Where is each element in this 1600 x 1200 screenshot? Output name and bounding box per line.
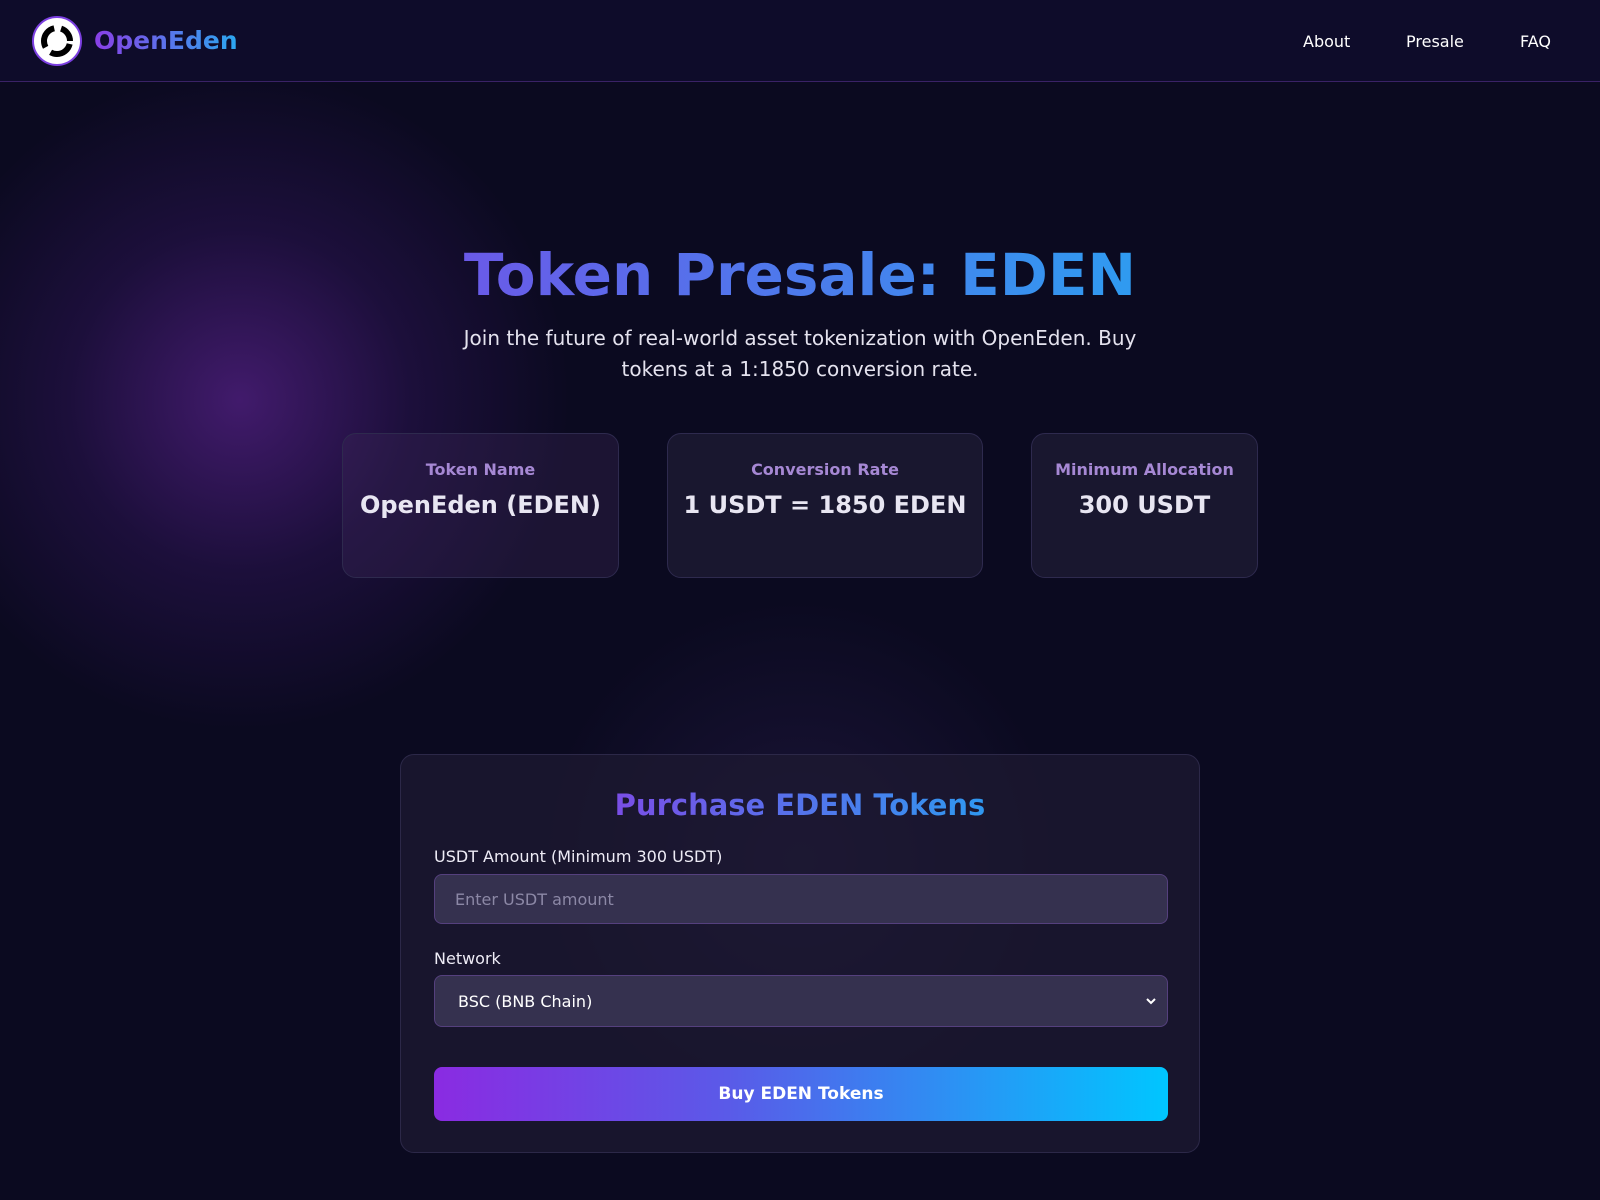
usdt-amount-input[interactable] xyxy=(434,874,1168,924)
card-value: OpenEden (EDEN) xyxy=(360,491,601,519)
nav-presale-link[interactable]: Presale xyxy=(1406,32,1464,52)
card-label: Minimum Allocation xyxy=(1055,460,1234,479)
top-navbar: OpenEden About Presale FAQ xyxy=(0,0,1600,82)
minimum-allocation-card: Minimum Allocation 300 USDT xyxy=(1031,433,1258,578)
buy-tokens-button[interactable]: Buy EDEN Tokens xyxy=(434,1067,1168,1121)
logo-glyph xyxy=(41,25,73,57)
nav-about-link[interactable]: About xyxy=(1303,32,1350,52)
card-label: Conversion Rate xyxy=(751,460,899,479)
purchase-title: Purchase EDEN Tokens xyxy=(401,787,1199,823)
hero-subtitle: Join the future of real-world asset toke… xyxy=(463,326,1137,381)
openeden-logo-icon[interactable] xyxy=(32,16,82,66)
hero-title-text: Token Presale: EDEN xyxy=(463,241,1137,309)
purchase-title-text: Purchase EDEN Tokens xyxy=(614,788,986,822)
token-name-card: Token Name OpenEden (EDEN) xyxy=(342,433,619,578)
purchase-panel: Purchase EDEN Tokens USDT Amount (Minimu… xyxy=(400,754,1200,1153)
usdt-amount-label: USDT Amount (Minimum 300 USDT) xyxy=(434,847,723,866)
chevron-down-icon xyxy=(1146,998,1156,1005)
card-value: 300 USDT xyxy=(1078,491,1211,519)
card-value: 1 USDT = 1850 EDEN xyxy=(683,491,967,519)
network-select[interactable]: BSC (BNB Chain) xyxy=(434,975,1168,1027)
network-label: Network xyxy=(434,949,501,968)
nav-faq-link[interactable]: FAQ xyxy=(1520,32,1551,52)
network-selected-value: BSC (BNB Chain) xyxy=(458,992,593,1011)
conversion-rate-card: Conversion Rate 1 USDT = 1850 EDEN xyxy=(667,433,983,578)
brand-name[interactable]: OpenEden xyxy=(94,26,238,56)
hero-title: Token Presale: EDEN xyxy=(0,240,1600,310)
card-label: Token Name xyxy=(425,460,536,479)
